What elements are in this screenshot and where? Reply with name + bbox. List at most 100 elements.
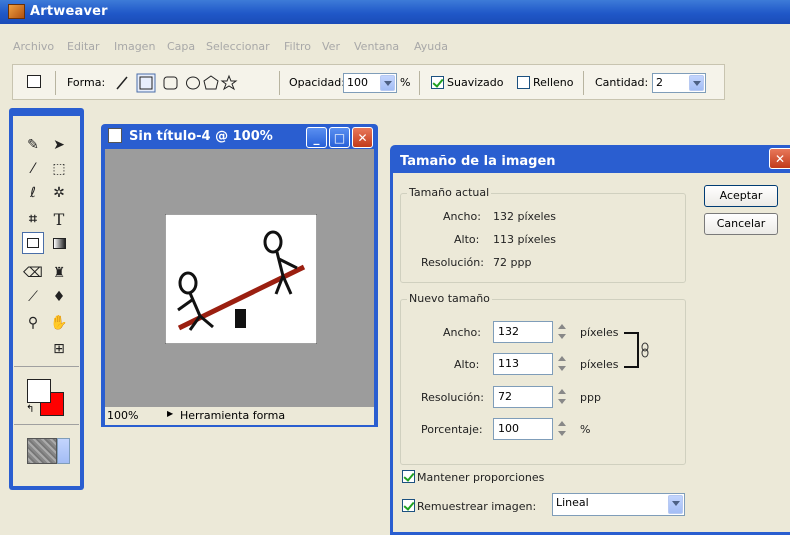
text-tool-icon[interactable]: T	[48, 208, 70, 230]
foreground-color-swatch[interactable]	[27, 379, 51, 403]
triangle-right-icon[interactable]: ▶	[167, 409, 173, 418]
hand-tool-icon[interactable]: ✋	[48, 312, 70, 334]
lasso-tool-icon[interactable]: ℓ	[22, 182, 44, 204]
minimize-button[interactable]: _	[306, 127, 327, 148]
opacity-percent: %	[400, 76, 411, 89]
app-title: Artweaver	[30, 4, 108, 19]
new-height-input[interactable]: 113	[493, 353, 553, 375]
tools-panel-body: ✎ ➤ ⁄ ⬚ ℓ ✲ ⌗ T ⌫ ♜ ⟋ ♦ ⚲ ✋ ⊞ ↰	[13, 116, 80, 486]
menu-editar[interactable]: Editar	[67, 40, 100, 53]
texture-swatch[interactable]	[27, 438, 57, 464]
resolution-spinner[interactable]	[557, 387, 569, 407]
chevron-down-icon[interactable]	[689, 75, 704, 91]
app-titlebar: Artweaver	[0, 0, 790, 24]
magic-wand-tool-icon[interactable]: ✲	[48, 182, 70, 204]
chevron-down-icon[interactable]	[668, 495, 683, 514]
brush-tool-icon[interactable]: ✎	[22, 134, 44, 156]
new-size-group: Nuevo tamaño Ancho: 132 píxeles Alto: 11…	[400, 292, 686, 465]
rect-select-tool-icon[interactable]: ⬚	[48, 158, 70, 180]
new-width-input[interactable]: 132	[493, 321, 553, 343]
polygon-shape-icon	[203, 75, 219, 90]
height-spinner[interactable]	[557, 354, 569, 374]
tools-divider	[14, 424, 79, 425]
gradient-tool-icon[interactable]	[48, 232, 70, 254]
chevron-down-icon[interactable]	[380, 75, 395, 91]
close-button[interactable]: ✕	[352, 127, 373, 148]
document-title: Sin título-4 @ 100%	[129, 129, 273, 144]
smooth-label: Suavizado	[447, 76, 504, 89]
fill-checkbox[interactable]	[517, 76, 530, 89]
move-tool-icon[interactable]: ➤	[48, 134, 70, 156]
ok-button[interactable]: Aceptar	[704, 185, 778, 207]
percentage-unit: %	[580, 423, 591, 436]
rectangle-shape-icon[interactable]	[27, 75, 41, 88]
line-tool-icon[interactable]: ⁄	[22, 158, 44, 180]
menu-archivo[interactable]: Archivo	[13, 40, 54, 53]
menu-filtro[interactable]: Filtro	[284, 40, 311, 53]
new-width-label: Ancho:	[443, 326, 481, 339]
crop-tool-icon[interactable]: ⌗	[22, 208, 44, 230]
resample-method-value: Lineal	[556, 496, 589, 509]
resample-method-select[interactable]: Lineal	[552, 493, 685, 516]
shape-options	[116, 73, 238, 93]
eyedropper-tool-icon[interactable]: ⟋	[22, 286, 44, 308]
toolbar-divider	[583, 71, 584, 95]
dialog-close-button[interactable]: ✕	[769, 148, 790, 169]
resample-checkbox[interactable]	[402, 499, 415, 512]
keep-proportions-checkbox[interactable]	[402, 470, 415, 483]
options-toolbar: Forma: Opacidad: 100 % Suavizado Relleno…	[12, 64, 725, 100]
amount-select[interactable]: 2	[652, 73, 706, 93]
menu-seleccionar[interactable]: Seleccionar	[206, 40, 270, 53]
percentage-input[interactable]: 100	[493, 418, 553, 440]
toolbar-divider	[419, 71, 420, 95]
paint-bucket-tool-icon[interactable]: ♦	[48, 286, 70, 308]
clone-stamp-tool-icon[interactable]: ♜	[48, 262, 70, 284]
keep-proportions-label: Mantener proporciones	[417, 471, 545, 484]
maximize-button[interactable]: □	[329, 127, 350, 148]
app-icon	[8, 4, 25, 19]
new-resolution-label: Resolución:	[421, 391, 484, 404]
height-unit: píxeles	[580, 358, 619, 371]
seesaw-base	[235, 309, 246, 328]
menu-ver[interactable]: Ver	[322, 40, 340, 53]
amount-value: 2	[656, 76, 663, 89]
menu-capa[interactable]: Capa	[167, 40, 195, 53]
current-size-group: Tamaño actual Ancho: 132 píxeles Alto: 1…	[400, 186, 686, 283]
grid-tool-icon[interactable]: ⊞	[48, 338, 70, 360]
tools-panel: ✎ ➤ ⁄ ⬚ ℓ ✲ ⌗ T ⌫ ♜ ⟋ ♦ ⚲ ✋ ⊞ ↰	[9, 108, 84, 490]
document-icon	[108, 128, 122, 143]
ellipse-shape-icon	[186, 76, 200, 90]
shape-label: Forma:	[67, 76, 106, 89]
menu-imagen[interactable]: Imagen	[114, 40, 155, 53]
zoom-level: 100%	[107, 409, 139, 422]
menu-ayuda[interactable]: Ayuda	[414, 40, 448, 53]
tools-divider	[14, 366, 79, 367]
zoom-tool-icon[interactable]: ⚲	[22, 312, 44, 334]
smooth-checkbox[interactable]	[431, 76, 444, 89]
width-spinner[interactable]	[557, 322, 569, 342]
new-size-label: Nuevo tamaño	[407, 292, 492, 305]
amount-label: Cantidad:	[595, 76, 649, 89]
document-window: Sin título-4 @ 100% _ □ ✕ 100% ▶ Herrami…	[101, 124, 378, 427]
current-height-label: Alto:	[454, 233, 480, 246]
current-resolution-value: 72 ppp	[493, 256, 532, 269]
new-height-label: Alto:	[454, 358, 480, 371]
eraser-tool-icon[interactable]: ⌫	[22, 262, 44, 284]
fill-label: Relleno	[533, 76, 574, 89]
opacity-input[interactable]: 100	[343, 73, 397, 93]
toolbar-divider	[55, 71, 56, 95]
resample-label: Remuestrear imagen:	[417, 500, 537, 513]
line-shape-icon	[116, 76, 128, 90]
shape-tool-icon[interactable]	[22, 232, 44, 254]
menu-ventana[interactable]: Ventana	[354, 40, 399, 53]
width-unit: píxeles	[580, 326, 619, 339]
new-resolution-input[interactable]: 72	[493, 386, 553, 408]
swap-colors-icon[interactable]: ↰	[26, 404, 34, 415]
status-tool-name: Herramienta forma	[180, 409, 286, 422]
cancel-button[interactable]: Cancelar	[704, 213, 778, 235]
percentage-spinner[interactable]	[557, 419, 569, 439]
canvas-area[interactable]	[105, 149, 374, 407]
image-size-dialog: Tamaño de la imagen ✕ Tamaño actual Anch…	[390, 145, 790, 535]
opacity-value: 100	[347, 76, 368, 89]
chevron-down-icon[interactable]	[57, 438, 70, 464]
